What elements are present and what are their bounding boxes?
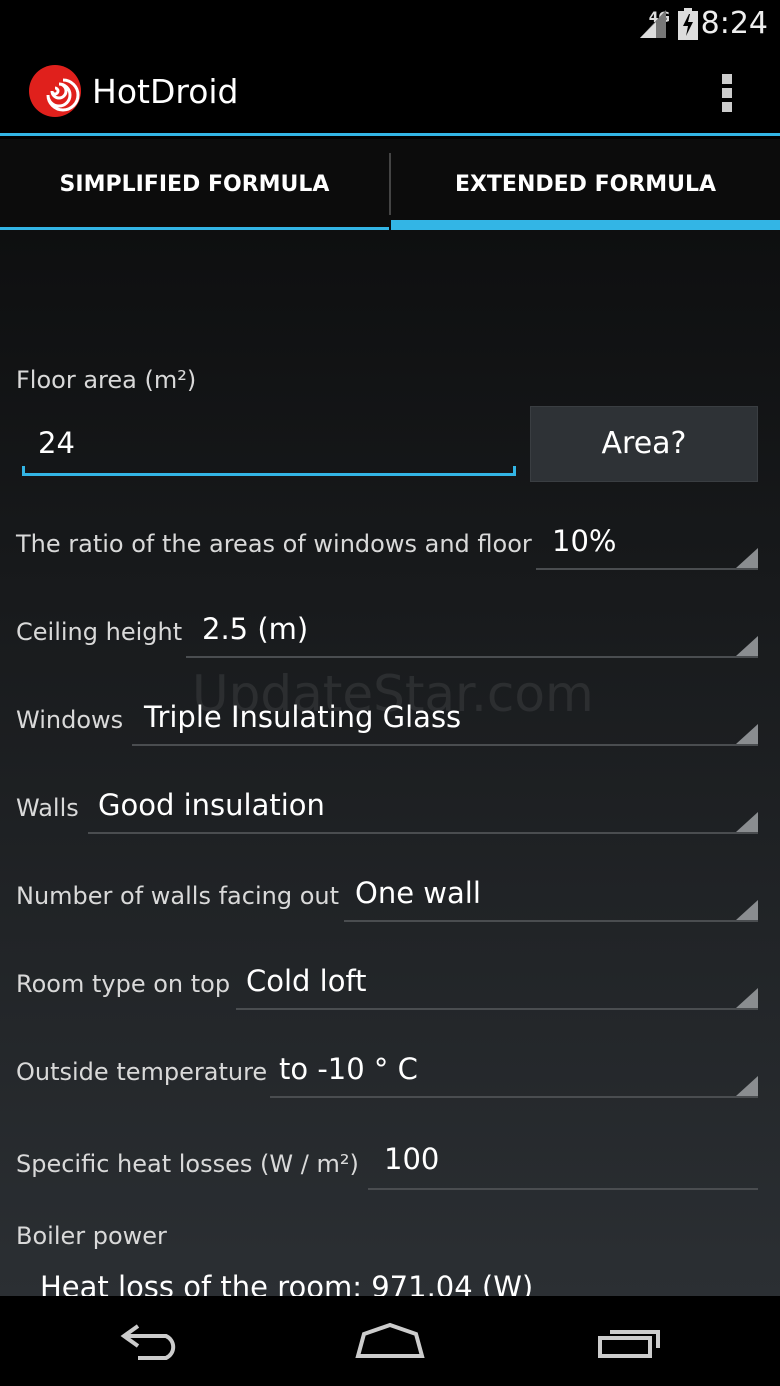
tab-bar: SIMPLIFIED FORMULA EXTENDED FORMULA xyxy=(0,139,780,230)
overflow-menu-icon[interactable] xyxy=(722,74,734,114)
navigation-bar xyxy=(0,1296,780,1386)
heat-losses-input[interactable]: 100 xyxy=(368,1140,758,1190)
spinner-underline xyxy=(236,1008,758,1010)
floor-area-label: Floor area (m²) xyxy=(16,366,197,394)
dropdown-arrow-icon xyxy=(736,812,758,832)
area-button[interactable]: Area? xyxy=(530,406,758,482)
heat-losses-label: Specific heat losses (W / m²) xyxy=(16,1150,359,1178)
tab-label: EXTENDED FORMULA xyxy=(454,172,717,197)
input-underline xyxy=(368,1188,758,1190)
ceiling-height-label: Ceiling height xyxy=(16,618,183,646)
signal-icon xyxy=(640,10,666,38)
watermark: UpdateStar.com xyxy=(192,665,594,723)
walls-value: Good insulation xyxy=(98,788,325,822)
tab-label: SIMPLIFIED FORMULA xyxy=(59,172,330,197)
floor-area-value: 24 xyxy=(38,426,75,460)
app-title: HotDroid xyxy=(92,72,239,111)
room-type-spinner[interactable]: Cold loft xyxy=(236,960,758,1010)
tab-selected-indicator xyxy=(391,220,780,230)
spinner-underline xyxy=(536,568,758,570)
dropdown-arrow-icon xyxy=(736,636,758,656)
status-bar: 4G 8:24 xyxy=(0,0,780,48)
action-bar: HotDroid xyxy=(0,48,780,136)
dropdown-arrow-icon xyxy=(736,1076,758,1096)
outside-temperature-value: to -10 ° C xyxy=(279,1052,418,1086)
tab-extended-formula[interactable]: EXTENDED FORMULA xyxy=(391,139,780,230)
recent-apps-icon[interactable] xyxy=(596,1324,664,1360)
boiler-power-label: Boiler power xyxy=(16,1222,167,1250)
input-tick-right xyxy=(513,466,516,476)
heat-losses-value: 100 xyxy=(384,1142,440,1176)
ceiling-height-spinner[interactable]: 2.5 (m) xyxy=(186,608,758,658)
outside-temperature-label: Outside temperature xyxy=(16,1058,268,1086)
room-type-value: Cold loft xyxy=(246,964,367,998)
input-underline xyxy=(22,473,516,476)
walls-facing-out-spinner[interactable]: One wall xyxy=(344,872,758,922)
dropdown-arrow-icon xyxy=(736,724,758,744)
dropdown-arrow-icon xyxy=(736,988,758,1008)
dropdown-arrow-icon xyxy=(736,900,758,920)
battery-charging-icon xyxy=(678,8,698,40)
ratio-label: The ratio of the areas of windows and fl… xyxy=(16,530,532,558)
walls-spinner[interactable]: Good insulation xyxy=(88,784,758,834)
clock: 8:24 xyxy=(700,6,768,41)
room-type-label: Room type on top xyxy=(16,970,231,998)
spinner-underline xyxy=(88,832,758,834)
tab-simplified-formula[interactable]: SIMPLIFIED FORMULA xyxy=(0,139,389,230)
spinner-underline xyxy=(270,1096,758,1098)
spinner-underline xyxy=(132,744,758,746)
floor-area-input[interactable]: 24 xyxy=(22,426,516,476)
walls-label: Walls xyxy=(16,794,79,822)
outside-temperature-spinner[interactable]: to -10 ° C xyxy=(270,1048,758,1098)
back-icon[interactable] xyxy=(118,1322,184,1360)
windows-label: Windows xyxy=(16,706,124,734)
home-icon[interactable] xyxy=(354,1322,426,1360)
walls-facing-out-value: One wall xyxy=(355,876,481,910)
input-tick-left xyxy=(22,466,25,476)
ratio-spinner[interactable]: 10% xyxy=(536,520,758,570)
ratio-value: 10% xyxy=(552,524,617,558)
walls-facing-out-label: Number of walls facing out xyxy=(16,882,340,910)
form-content[interactable]: Floor area (m²) 24 Area? The ratio of th… xyxy=(0,230,780,1296)
spinner-underline xyxy=(344,920,758,922)
ceiling-height-value: 2.5 (m) xyxy=(202,612,309,646)
spinner-underline xyxy=(186,656,758,658)
heat-loss-result: Heat loss of the room: 971.04 (W) xyxy=(40,1270,534,1296)
dropdown-arrow-icon xyxy=(736,548,758,568)
app-logo-icon xyxy=(29,65,81,117)
